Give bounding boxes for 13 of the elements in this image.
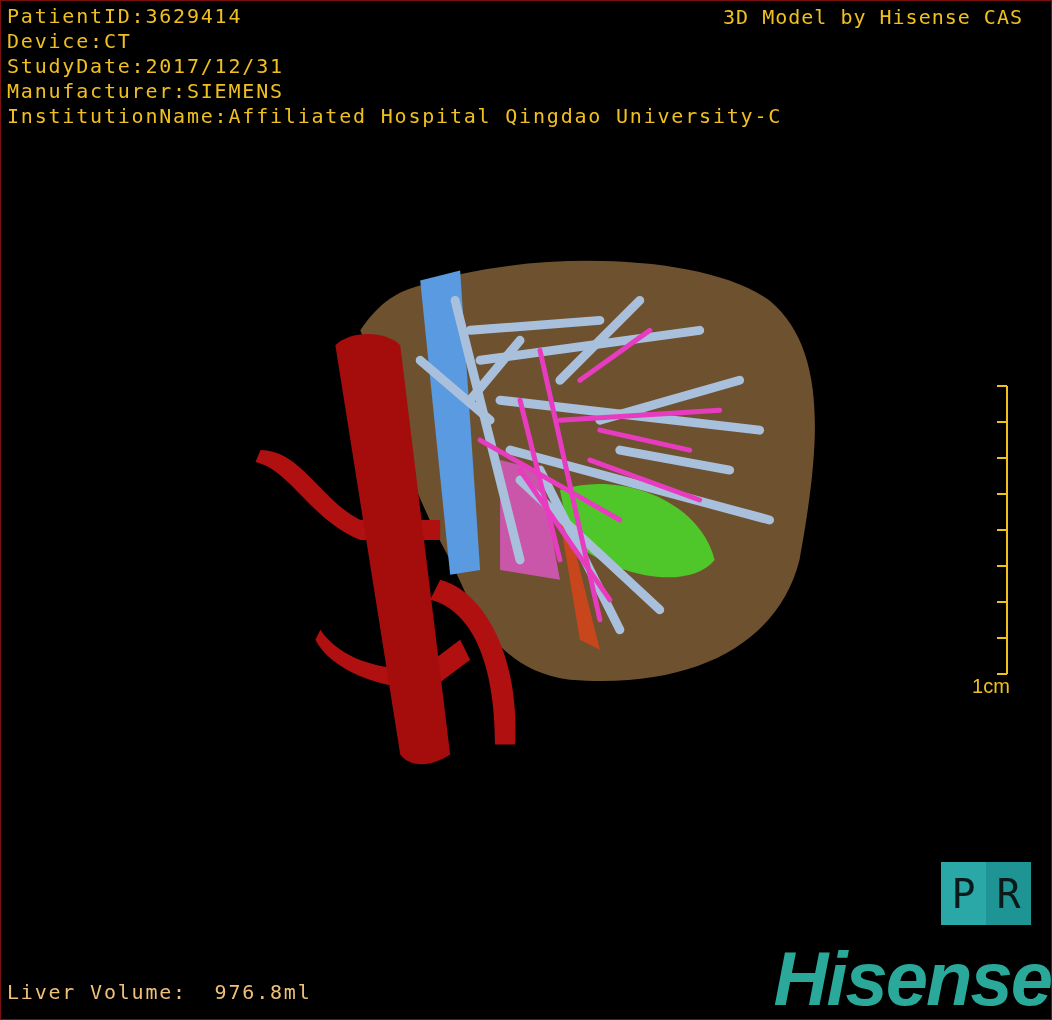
cube-face-label: P <box>951 870 976 917</box>
patient-info-text: InstitutionName:Affiliated Hospital Qingdao University-C <box>7 104 783 129</box>
patient-info-text: Manufacturer:SIEMENS <box>7 79 284 104</box>
patient-info-text: Device:CT <box>7 29 132 54</box>
patient-info-text: PatientID:3629414 <box>7 4 243 29</box>
liver-volume-text: Liver Volume: 976.8ml <box>7 980 312 1005</box>
cube-face-label: R <box>996 870 1021 917</box>
patient-info-text: StudyDate:2017/12/31 <box>7 54 284 79</box>
scale-ruler-icon <box>997 385 1009 675</box>
orientation-cube[interactable]: P R <box>941 862 1031 925</box>
brand-logo: Hisense <box>773 939 1051 1019</box>
scale-label: 1cm <box>972 675 1010 698</box>
model-credit-text: 3D Model by Hisense CAS <box>723 5 1023 30</box>
